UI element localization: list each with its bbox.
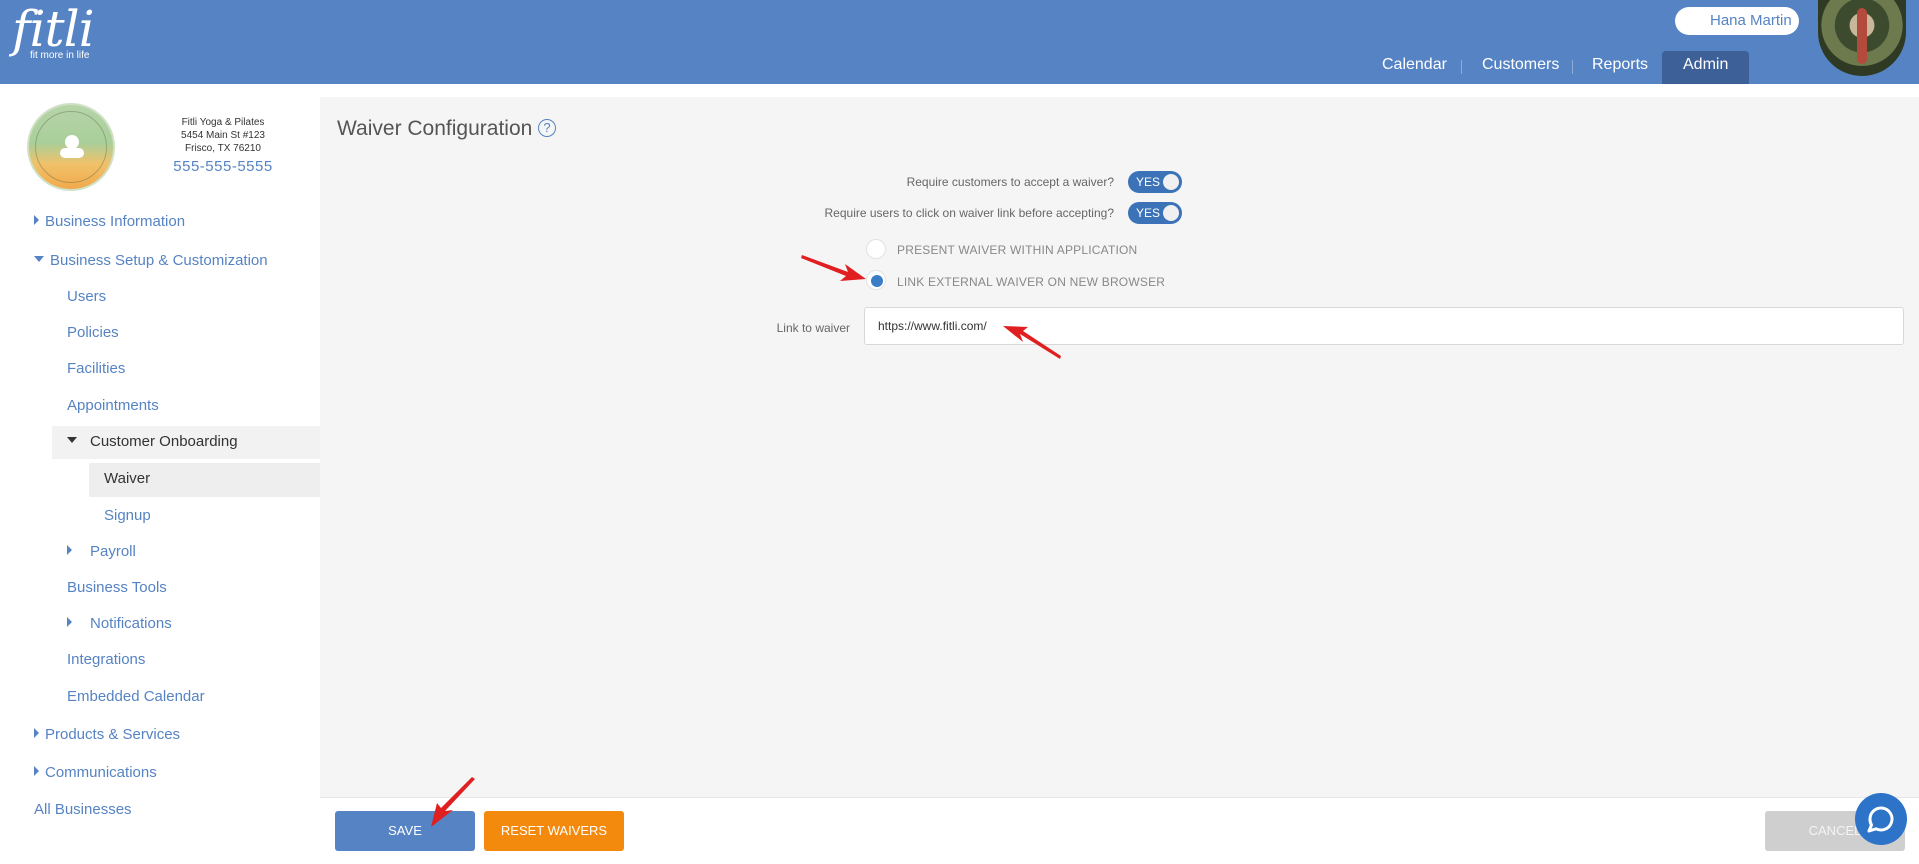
- sidebar-item-payroll[interactable]: Payroll: [67, 537, 136, 567]
- toggle-text: YES: [1136, 206, 1161, 220]
- nav-customers[interactable]: Customers: [1482, 51, 1559, 84]
- caret-right-icon: [34, 215, 39, 226]
- nav-admin[interactable]: Admin: [1662, 51, 1750, 84]
- toggle-knob: [1163, 174, 1179, 190]
- footer-divider: [320, 797, 1919, 798]
- sidebar-item-customer-onboarding[interactable]: Customer Onboarding: [67, 427, 238, 457]
- sidebar-item-label: Business Information: [45, 213, 186, 230]
- sidebar-item-business-information[interactable]: Business Information: [34, 207, 185, 237]
- caret-right-icon: [34, 766, 39, 777]
- business-name: Fitli Yoga & Pilates: [181, 117, 265, 128]
- page-title: Waiver Configuration: [337, 117, 533, 140]
- business-phone[interactable]: 555-555-5555: [130, 157, 316, 177]
- help-icon[interactable]: ?: [538, 119, 556, 137]
- sidebar-item-label: Payroll: [90, 543, 136, 560]
- radio-link-external-waiver[interactable]: [866, 270, 886, 290]
- sidebar-item-label: Notifications: [90, 615, 172, 632]
- reset-waivers-button[interactable]: RESET WAIVERS: [484, 811, 624, 851]
- sidebar-item-label: Communications: [45, 764, 157, 781]
- link-to-waiver-input[interactable]: [864, 307, 1904, 345]
- business-address-line2: Frisco, TX 76210: [185, 143, 261, 154]
- chevron-down-icon: ≛: [1797, 16, 1807, 28]
- main-panel: [320, 97, 1919, 797]
- save-button[interactable]: SAVE: [335, 811, 475, 851]
- sidebar-item-label: Products & Services: [45, 726, 181, 743]
- nav-calendar[interactable]: Calendar: [1382, 51, 1447, 84]
- caret-right-icon: [67, 545, 72, 556]
- sidebar-item-signup[interactable]: Signup: [104, 501, 151, 531]
- require-click-label: Require users to click on waiver link be…: [824, 206, 1114, 220]
- sidebar-item-business-setup[interactable]: Business Setup & Customization: [34, 246, 268, 276]
- sidebar-item-integrations[interactable]: Integrations: [67, 645, 145, 675]
- radio-link-external-waiver-label[interactable]: LINK EXTERNAL WAIVER ON NEW BROWSER: [897, 275, 1165, 289]
- user-name: Hana Martin: [1710, 12, 1792, 29]
- caret-down-icon: [67, 437, 77, 444]
- top-header: fitli fit more in life Hana Martin ≛ Cale…: [0, 0, 1919, 84]
- nav-divider: [1461, 60, 1462, 74]
- caret-right-icon: [67, 617, 72, 628]
- sidebar-item-policies[interactable]: Policies: [67, 318, 119, 348]
- sidebar-item-label: Business Setup & Customization: [50, 252, 268, 269]
- link-to-waiver-label: Link to waiver: [776, 321, 850, 335]
- sidebar-item-appointments[interactable]: Appointments: [67, 391, 159, 421]
- toggle-knob: [1163, 205, 1179, 221]
- avatar[interactable]: [1818, 0, 1906, 76]
- caret-right-icon: [34, 728, 39, 739]
- radio-present-waiver-label[interactable]: PRESENT WAIVER WITHIN APPLICATION: [897, 243, 1137, 257]
- nav-divider: [1572, 60, 1573, 74]
- toggle-text: YES: [1136, 175, 1161, 189]
- business-logo: [27, 103, 115, 191]
- sidebar-item-label: Customer Onboarding: [90, 433, 238, 450]
- sidebar-item-all-businesses[interactable]: All Businesses: [34, 795, 132, 825]
- require-click-toggle[interactable]: YES: [1128, 202, 1182, 224]
- business-address-line1: 5454 Main St #123: [181, 130, 265, 141]
- chat-icon: [1867, 806, 1894, 833]
- sidebar-item-products-services[interactable]: Products & Services: [34, 720, 180, 750]
- business-info: Fitli Yoga & Pilates 5454 Main St #123 F…: [130, 116, 316, 177]
- logo-tagline: fit more in life: [30, 50, 90, 61]
- logo-figure-head: [65, 135, 79, 149]
- sidebar-item-users[interactable]: Users: [67, 282, 106, 312]
- logo-figure-body: [60, 148, 84, 158]
- require-accept-label: Require customers to accept a waiver?: [906, 175, 1114, 189]
- caret-down-icon: [34, 256, 44, 263]
- require-accept-toggle[interactable]: YES: [1128, 171, 1182, 193]
- sidebar-item-notifications[interactable]: Notifications: [67, 609, 172, 639]
- chat-launcher-button[interactable]: [1855, 793, 1907, 845]
- sidebar-item-waiver[interactable]: Waiver: [104, 464, 150, 494]
- user-menu[interactable]: Hana Martin ≛: [1675, 7, 1807, 35]
- sidebar-item-embedded-calendar[interactable]: Embedded Calendar: [67, 682, 205, 712]
- sidebar-item-facilities[interactable]: Facilities: [67, 354, 125, 384]
- nav-reports[interactable]: Reports: [1592, 51, 1648, 84]
- avatar-figure: [1857, 8, 1867, 64]
- fitli-logo[interactable]: fitli fit more in life: [12, 0, 95, 61]
- radio-present-waiver[interactable]: [866, 239, 886, 259]
- sidebar-item-business-tools[interactable]: Business Tools: [67, 573, 167, 603]
- logo-word: fitli: [12, 0, 95, 58]
- sidebar-item-communications[interactable]: Communications: [34, 758, 157, 788]
